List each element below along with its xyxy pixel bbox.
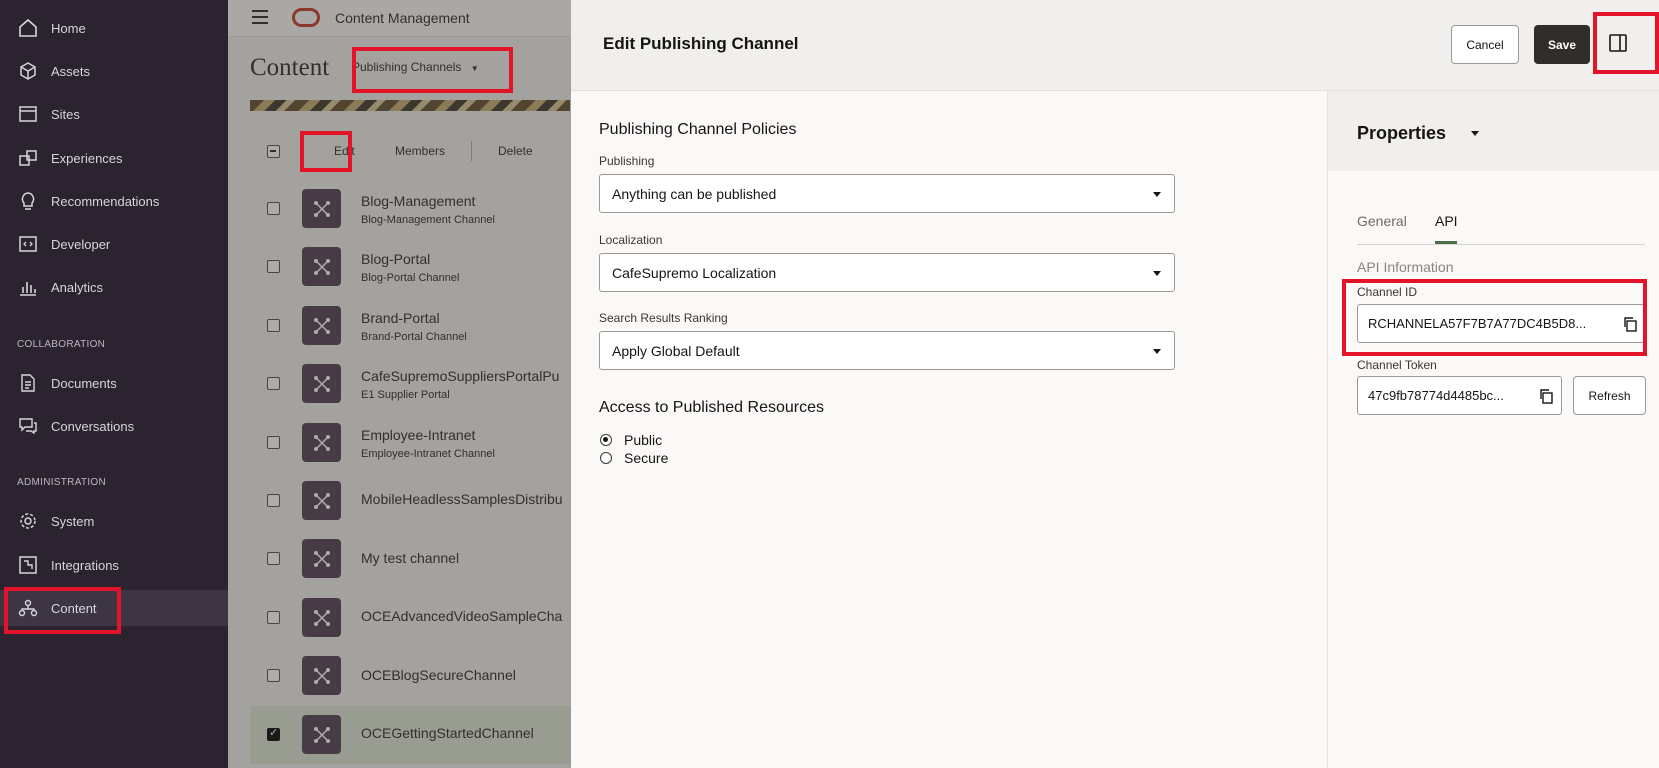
search-ranking-select[interactable]: Apply Global Default [599,331,1175,370]
documents-icon [17,372,39,394]
active-tab-indicator [1435,241,1457,244]
toggle-properties-panel-button[interactable] [1596,25,1639,64]
chevron-down-icon [1153,349,1161,354]
collaboration-section-label: COLLABORATION [17,339,106,350]
bar-chart-icon [17,276,39,298]
channel-id-value: RCHANNELA57F7B7A77DC4B5D8... [1368,316,1587,331]
side-panel-icon [1608,33,1628,56]
sidebar-item-sites[interactable]: Sites [0,96,228,132]
gear-icon [17,510,39,532]
panel-title: Edit Publishing Channel [603,34,799,53]
administration-section-label: ADMINISTRATION [17,477,107,488]
publishing-select[interactable]: Anything can be published [599,174,1175,213]
properties-title[interactable]: Properties [1357,123,1446,144]
channel-id-label: Channel ID [1357,285,1418,299]
sidebar-item-experiences[interactable]: Experiences [0,140,228,176]
sidebar-item-label: Analytics [51,279,104,295]
lightbulb-icon [17,190,39,212]
channel-id-field[interactable]: RCHANNELA57F7B7A77DC4B5D8... [1357,304,1646,343]
secure-radio[interactable] [600,452,612,464]
localization-value: CafeSupremo Localization [612,265,777,281]
integrations-icon [17,554,39,576]
puzzle-icon [17,147,39,169]
home-icon [17,17,39,39]
panel-header: Edit Publishing Channel Cancel Save [571,0,1659,91]
search-ranking-label: Search Results Ranking [599,311,728,325]
chevron-down-icon [1153,271,1161,276]
edit-channel-panel: Edit Publishing Channel Cancel Save Publ… [571,0,1659,768]
localization-label: Localization [599,233,663,247]
sidebar-item-label: Sites [51,106,80,122]
channel-token-label: Channel Token [1357,358,1437,372]
sidebar-item-system[interactable]: System [0,503,228,539]
localization-select[interactable]: CafeSupremo Localization [599,253,1175,292]
cancel-button[interactable]: Cancel [1451,25,1519,64]
sidebar-item-integrations[interactable]: Integrations [0,547,228,583]
save-button[interactable]: Save [1534,25,1590,64]
chevron-down-icon[interactable] [1471,131,1479,136]
properties-header: Properties [1328,91,1659,171]
sidebar-item-label: Developer [51,236,111,252]
tab-api[interactable]: API [1435,213,1458,229]
public-radio[interactable] [600,434,612,446]
sidebar-item-assets[interactable]: Assets [0,53,228,89]
search-ranking-value: Apply Global Default [612,343,740,359]
sidebar-item-content[interactable]: Content [0,590,228,626]
api-information-heading: API Information [1357,259,1454,275]
sidebar-item-label: Documents [51,375,117,391]
sidebar-item-label: Content [51,600,97,616]
sidebar-item-label: Assets [51,63,91,79]
sidebar-item-label: Home [51,20,86,36]
sidebar-item-label: Conversations [51,418,135,434]
chevron-down-icon [1153,192,1161,197]
sidebar-item-label: System [51,513,95,529]
tab-general[interactable]: General [1357,213,1407,229]
sidebar-item-recommendations[interactable]: Recommendations [0,183,228,219]
channel-token-field[interactable]: 47c9fb78774d4485bc... [1357,376,1562,415]
secure-radio-label[interactable]: Secure [624,450,668,466]
sidebar-item-conversations[interactable]: Conversations [0,408,228,444]
chat-icon [17,415,39,437]
copy-icon[interactable] [1622,316,1638,332]
sidebar-item-analytics[interactable]: Analytics [0,269,228,305]
public-radio-label[interactable]: Public [624,432,662,448]
sidebar-item-developer[interactable]: Developer [0,226,228,262]
copy-icon[interactable] [1538,388,1554,404]
properties-panel: Properties General API API Information C… [1327,91,1659,768]
code-icon [17,233,39,255]
publishing-label: Publishing [599,154,655,168]
sidebar-item-label: Experiences [51,150,123,166]
browser-icon [17,103,39,125]
sidebar: Home Assets Sites Experiences Recommenda… [0,0,228,768]
network-icon [17,597,39,619]
policies-section-title: Publishing Channel Policies [599,121,797,138]
sidebar-item-documents[interactable]: Documents [0,365,228,401]
cube-icon [17,60,39,82]
sidebar-item-home[interactable]: Home [0,10,228,46]
tab-divider [1357,244,1645,245]
sidebar-item-label: Recommendations [51,193,160,209]
sidebar-item-label: Integrations [51,557,119,573]
channel-token-value: 47c9fb78774d4485bc... [1368,388,1504,403]
publishing-value: Anything can be published [612,186,777,202]
access-section-title: Access to Published Resources [599,399,824,416]
refresh-button[interactable]: Refresh [1573,376,1646,415]
modal-backdrop [228,0,571,768]
